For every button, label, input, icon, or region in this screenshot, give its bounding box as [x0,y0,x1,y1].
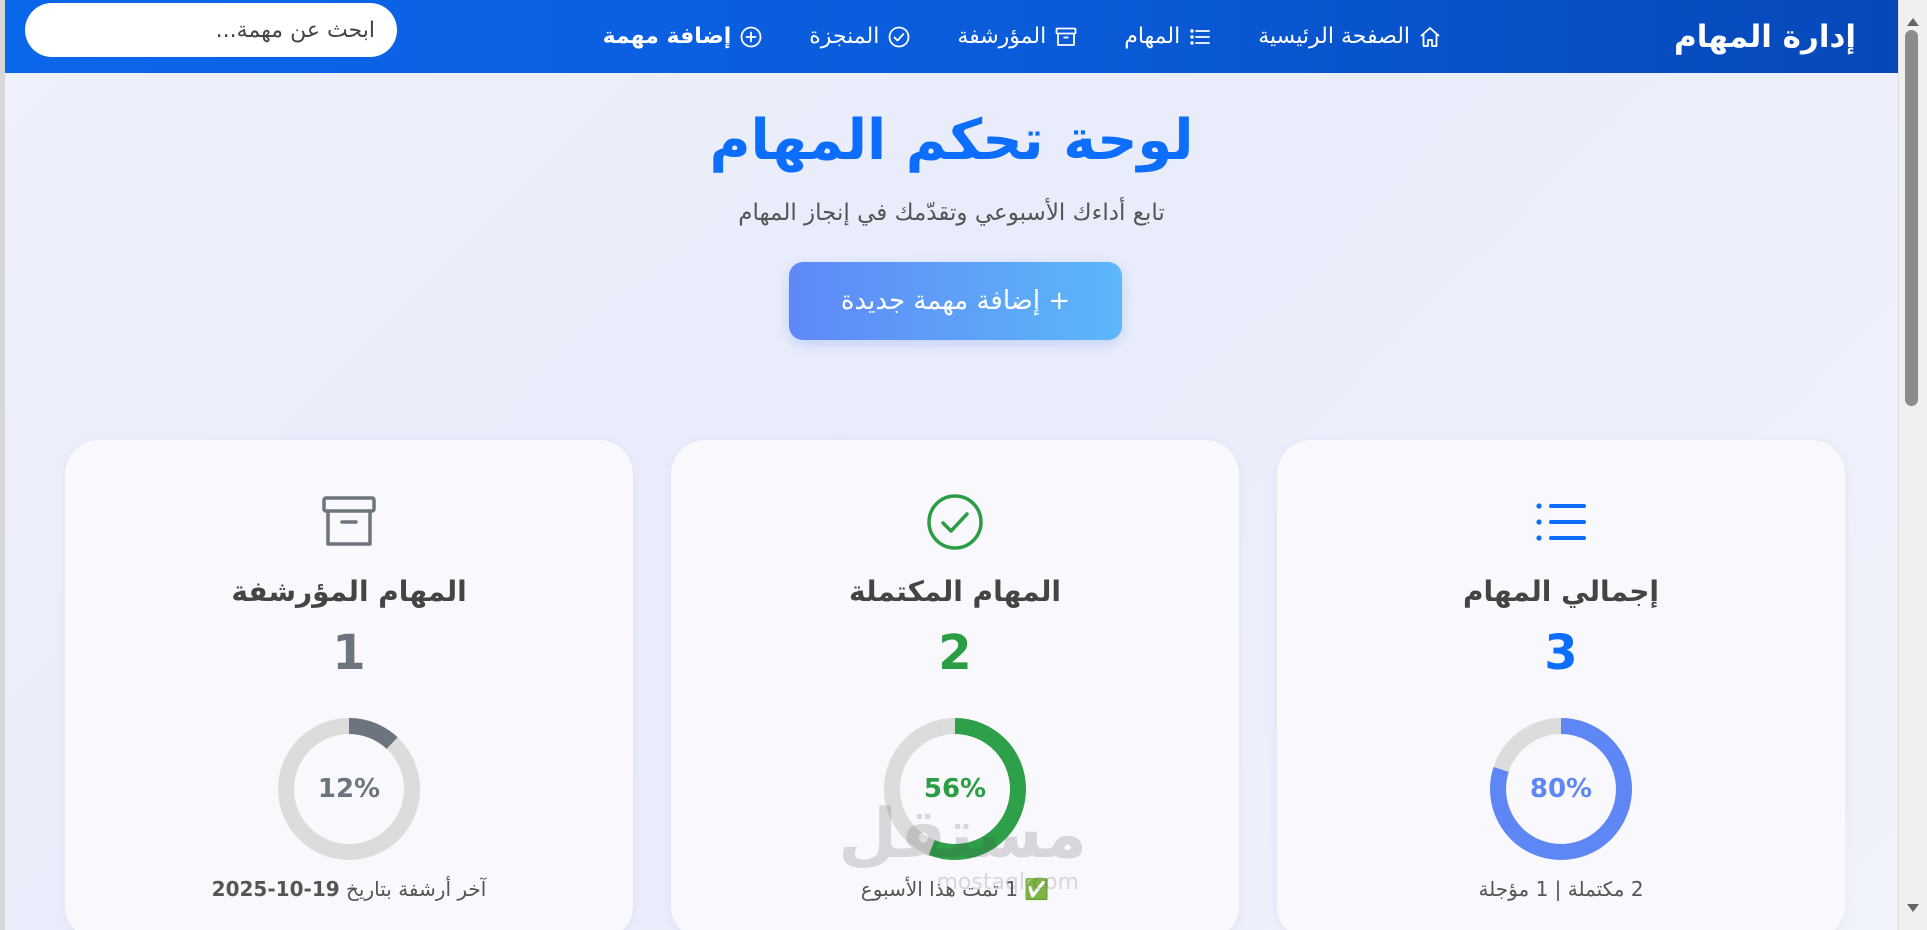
card-count: 3 [1544,625,1578,681]
card-count: 2 [938,625,972,681]
nav-link-label: المهام [1124,24,1181,49]
card-footer: ✅ 1 تمت هذا الأسبوع [860,877,1050,901]
home-icon [1420,26,1440,47]
nav-link-label: المنجزة [809,24,880,49]
check-circle-icon [927,494,983,550]
card-footer: آخر أرشفة بتاريخ 19-10-2025 [65,877,633,901]
progress-percent: 80% [1529,774,1593,804]
progress-percent: 12% [317,774,381,804]
nav-links: الصفحة الرئيسية المهام المؤرشفة المنجزة … [557,24,1442,49]
card-title: إجمالي المهام [1462,575,1660,608]
archive-icon [1055,27,1077,46]
progress-ring: 12% [277,717,421,861]
archive-footer-date: 19-10-2025 [211,877,340,901]
progress-ring: 56% [883,717,1027,861]
scrollbar-thumb[interactable] [1905,30,1918,406]
progress-percent: 56% [923,774,987,804]
nav-link-add-task[interactable]: إضافة مهمة [603,24,764,49]
nav-link-tasks[interactable]: المهام [1124,24,1212,49]
nav-link-home[interactable]: الصفحة الرئيسية [1258,24,1442,49]
vertical-scrollbar[interactable] [1898,0,1927,930]
search-input[interactable] [25,3,397,57]
nav-link-completed[interactable]: المنجزة [809,24,911,49]
archive-footer-prefix: آخر أرشفة بتاريخ [346,877,487,901]
archive-icon [322,496,376,546]
list-icon [1190,28,1211,45]
nav-link-archived[interactable]: المؤرشفة [957,24,1078,49]
card-total-tasks[interactable]: إجمالي المهام 3 80% 2 مكتملة | 1 مؤجلة [1277,440,1845,930]
nav-link-label: إضافة مهمة [602,24,732,49]
card-count: 1 [332,625,366,681]
progress-ring: 80% [1489,717,1633,861]
card-archived-tasks[interactable]: المهام المؤرشفة 1 12% آخر أرشفة بتاريخ 1… [65,440,633,930]
card-completed-tasks[interactable]: المهام المكتملة 2 56% ✅ 1 تمت هذا الأسبو… [671,440,1239,930]
card-title: المهام المكتملة [849,575,1061,608]
nav-link-label: المؤرشفة [957,24,1047,49]
card-title: المهام المؤرشفة [231,575,467,608]
check-circle-icon [888,26,910,47]
top-navbar: إدارة المهام الصفحة الرئيسية المهام المؤ… [5,0,1898,73]
page-subtitle: تابع أداءك الأسبوعي وتقدّمك في إنجاز الم… [738,200,1165,226]
scroll-down-arrow-icon[interactable] [1907,904,1919,912]
add-new-task-button[interactable]: + إضافة مهمة جديدة [789,262,1122,340]
list-icon [1536,503,1586,541]
scroll-up-arrow-icon[interactable] [1907,18,1919,26]
brand-title[interactable]: إدارة المهام [1674,19,1856,55]
plus-circle-icon [740,26,762,47]
page-title: لوحة تحكم المهام [709,108,1194,173]
page-viewport: إدارة المهام الصفحة الرئيسية المهام المؤ… [0,0,1898,930]
card-footer: 2 مكتملة | 1 مؤجلة [1478,877,1644,901]
nav-link-label: الصفحة الرئيسية [1258,24,1411,49]
